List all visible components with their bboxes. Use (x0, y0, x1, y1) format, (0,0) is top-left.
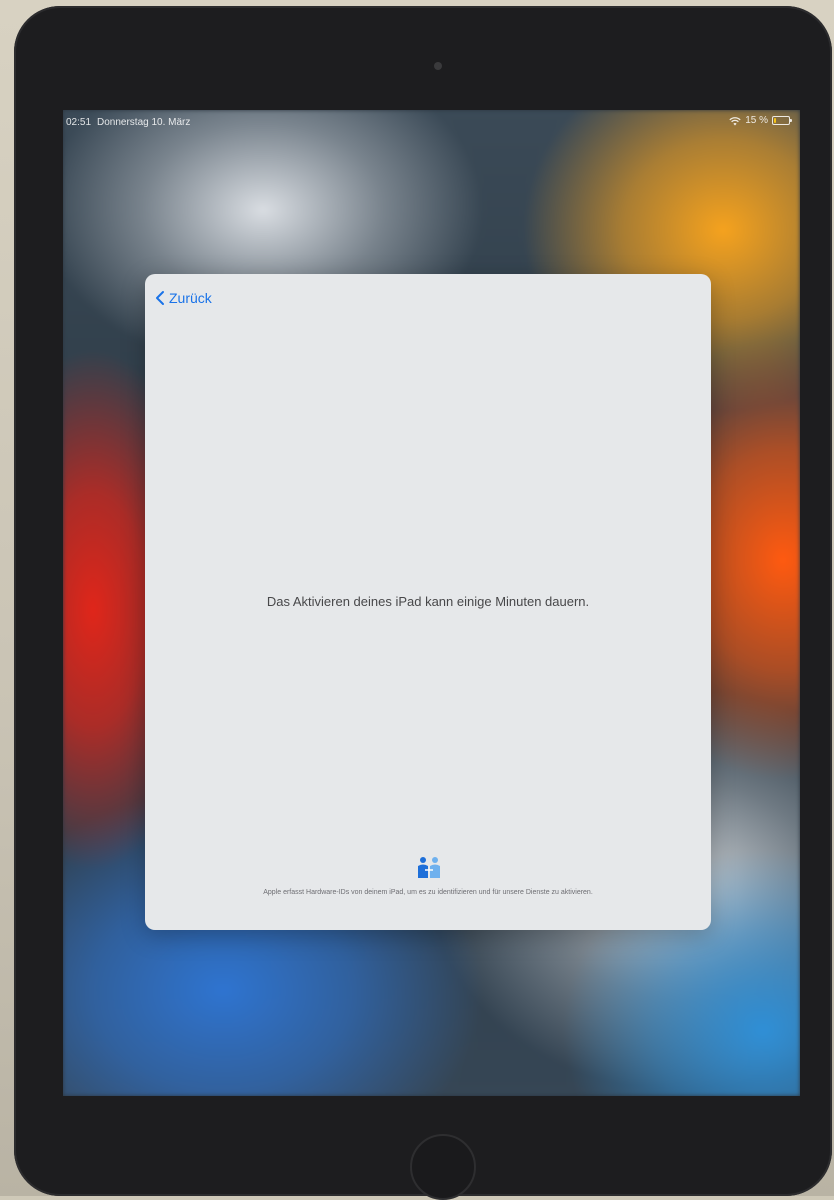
status-bar: 02:51 Donnerstag 10. März 15 % (63, 110, 800, 132)
status-date: Donnerstag 10. März (97, 117, 191, 128)
wifi-icon (729, 116, 741, 125)
status-time: 02:51 (66, 117, 92, 128)
ipad-screen: 02:51 Donnerstag 10. März 15 % Zurück Da… (63, 110, 800, 1096)
back-button-label: Zurück (169, 290, 212, 306)
battery-fill (774, 118, 776, 123)
privacy-notice: Apple erfasst Hardware-IDs von deinem iP… (263, 889, 593, 896)
status-indicators: 15 % (729, 115, 792, 126)
battery-percentage: 15 % (745, 115, 768, 126)
home-button[interactable] (410, 1134, 476, 1200)
activation-sheet: Zurück Das Aktivieren deines iPad kann e… (145, 274, 711, 930)
chevron-left-icon (156, 291, 164, 305)
front-camera (434, 62, 442, 70)
back-button[interactable]: Zurück (155, 290, 212, 306)
handshake-people-icon (418, 857, 440, 878)
battery-icon (772, 116, 792, 125)
activation-message: Das Aktivieren deines iPad kann einige M… (266, 594, 590, 609)
